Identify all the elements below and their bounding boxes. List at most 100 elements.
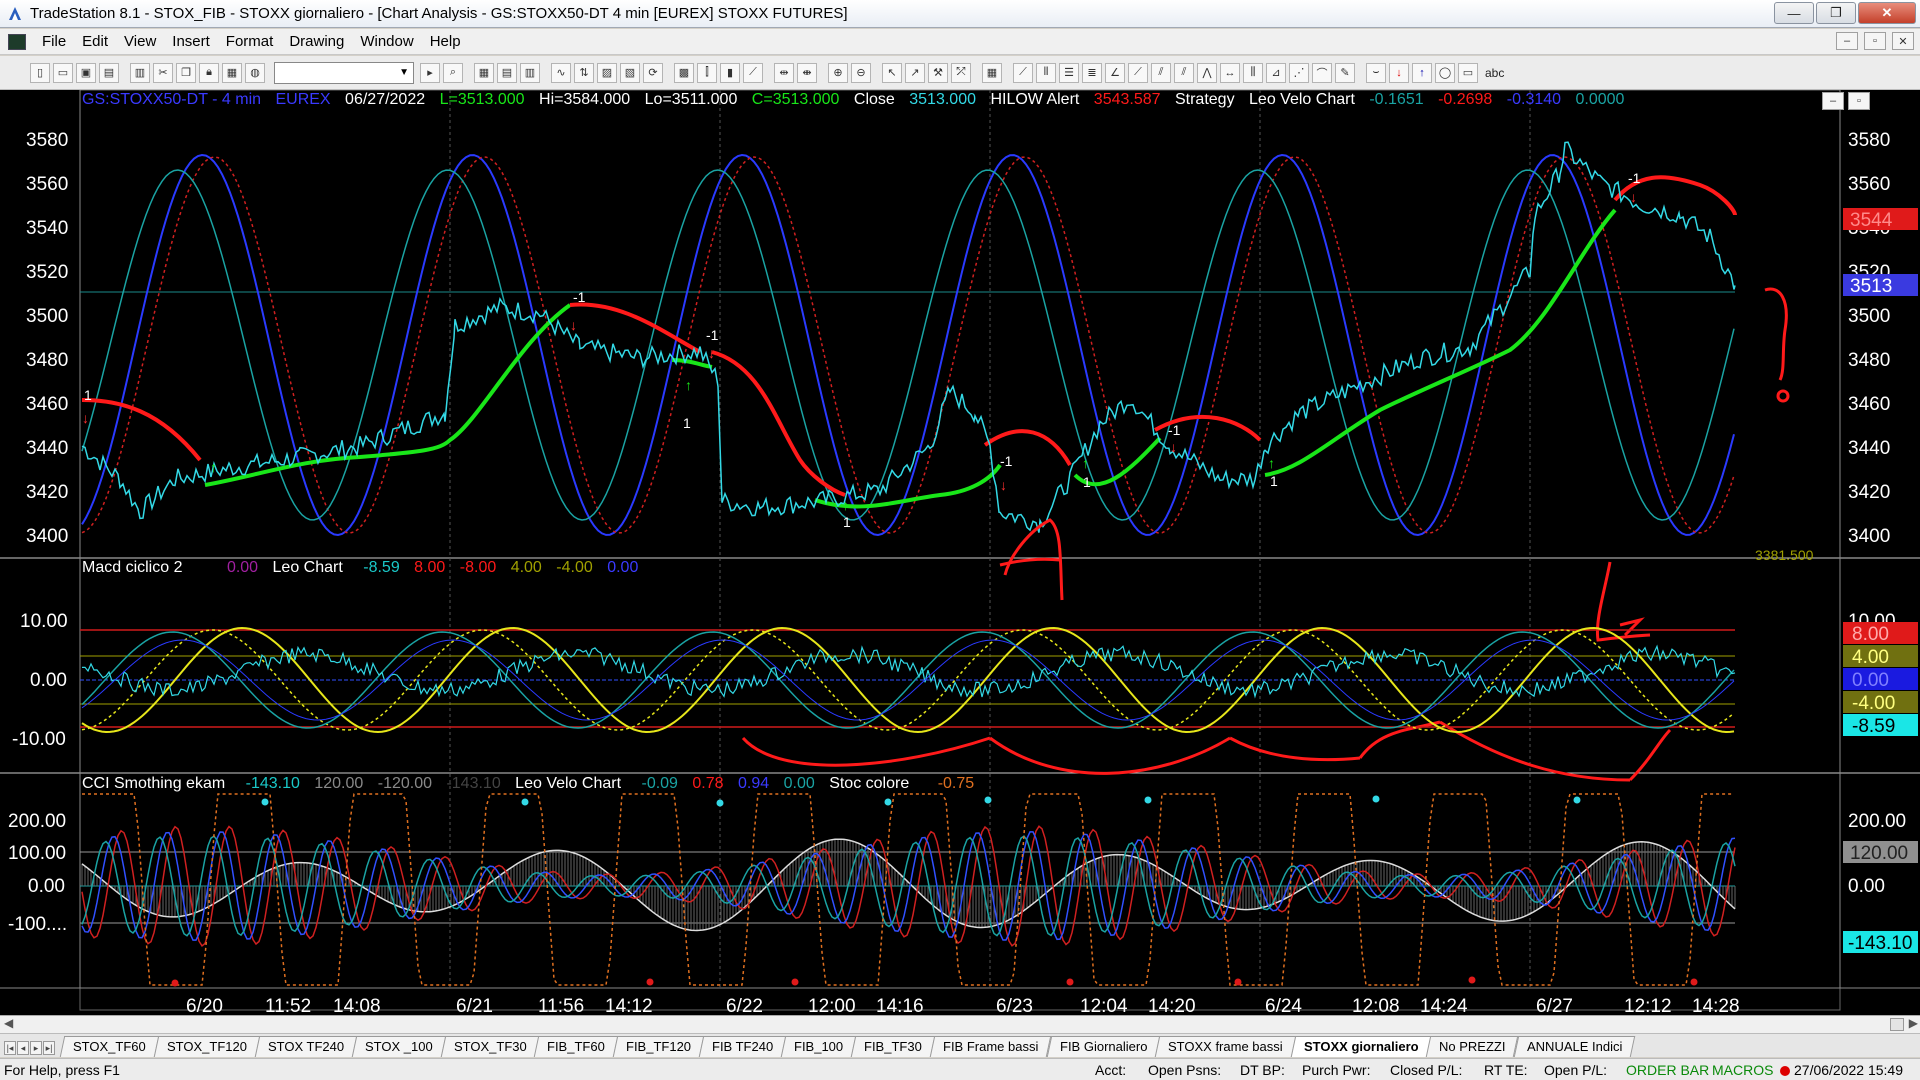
chart-document-icon[interactable] — [8, 33, 26, 50]
tab-fib-tf60[interactable]: FIB_TF60 — [534, 1036, 619, 1057]
scroll-right-icon[interactable]: ▶ — [1909, 1016, 1918, 1030]
data-window-icon[interactable]: ▥ — [520, 62, 540, 83]
tab-fib-giornaliero[interactable]: FIB Giornaliero — [1046, 1036, 1161, 1057]
calendar-icon[interactable]: ▦ — [982, 62, 1002, 83]
tab-stox-tf120[interactable]: STOX_TF120 — [153, 1036, 260, 1057]
print-preview-icon[interactable]: ▥ — [130, 62, 150, 83]
lock-icon[interactable]: 🔒︎ — [199, 62, 219, 83]
speed-line-icon[interactable]: ⫽ — [1151, 62, 1171, 83]
arrow-down-icon[interactable]: ↓ — [1389, 62, 1409, 83]
fib-icon[interactable]: ≣ — [1082, 62, 1102, 83]
curve-icon[interactable]: ⌣ — [1366, 62, 1386, 83]
zoom-in-icon[interactable]: ⊕ — [828, 62, 848, 83]
tab-fib-100[interactable]: FIB_100 — [781, 1036, 857, 1057]
text-tool-label[interactable]: abc — [1485, 66, 1504, 80]
tab-stox-100[interactable]: STOX _100 — [351, 1036, 446, 1057]
cut-icon[interactable]: ✂ — [153, 62, 173, 83]
zoom-out-icon[interactable]: ⊖ — [851, 62, 871, 83]
bar-chart-icon[interactable]: ⫿ — [697, 62, 717, 83]
find-icon[interactable]: ⌕ — [443, 62, 463, 83]
horizontal-scrollbar[interactable]: ◀ ▶ — [0, 1015, 1920, 1033]
scroll-left-icon[interactable]: ◀ — [4, 1016, 13, 1030]
paste-icon[interactable]: ▦ — [222, 62, 242, 83]
menu-edit[interactable]: Edit — [74, 33, 116, 50]
tab-stoxx-giornaliero[interactable]: STOXX giornaliero — [1290, 1036, 1432, 1057]
globe-icon[interactable]: ◍ — [245, 62, 265, 83]
open-icon[interactable]: ▭ — [53, 62, 73, 83]
arrow-up-icon[interactable]: ↑ — [1412, 62, 1432, 83]
macros-toggle[interactable]: MACROS — [1712, 1062, 1773, 1078]
indicator-icon[interactable]: ∿ — [551, 62, 571, 83]
tab-stox-tf60[interactable]: STOX_TF60 — [59, 1036, 159, 1057]
drag-icon[interactable]: ⤱ — [951, 62, 971, 83]
format-window-icon[interactable]: ▦ — [474, 62, 494, 83]
copy-icon[interactable]: ❐ — [176, 62, 196, 83]
tab-stox-tf30[interactable]: STOX_TF30 — [440, 1036, 540, 1057]
fib-fan-icon[interactable]: ⋰ — [1289, 62, 1309, 83]
mdi-restore-button[interactable]: ▫ — [1864, 32, 1886, 50]
showme-icon[interactable]: ▧ — [620, 62, 640, 83]
play-icon[interactable]: ▸ — [420, 62, 440, 83]
tools-icon[interactable]: ⚒ — [928, 62, 948, 83]
close-button[interactable]: ✕ — [1858, 2, 1916, 24]
mdi-minimize-button[interactable]: – — [1836, 32, 1858, 50]
tab-last-icon[interactable]: ▸| — [43, 1041, 55, 1055]
bar-spacing-icon[interactable]: ⇹ — [774, 62, 794, 83]
strategy-icon[interactable]: ⇅ — [574, 62, 594, 83]
chart-canvas[interactable]: 1 ↓ ↑ -1 ↓ ↑ 1 -1 ↓ ↑ 1 -1 ↓ ↑ 1 -1 ↓ ↑ … — [0, 90, 1920, 1015]
tab-prev-icon[interactable]: ◂ — [17, 1041, 29, 1055]
pointer-icon[interactable]: ↖ — [882, 62, 902, 83]
chart-restore-button[interactable]: ▫ — [1848, 92, 1870, 110]
channel-icon[interactable]: ⫽ — [1174, 62, 1194, 83]
menu-file[interactable]: File — [34, 33, 74, 50]
trendline-icon[interactable]: ⟋ — [1013, 62, 1033, 83]
chart-style-icon[interactable]: ▩ — [674, 62, 694, 83]
order-bar-toggle[interactable]: ORDER BAR — [1626, 1062, 1709, 1078]
paintbar-icon[interactable]: ▨ — [597, 62, 617, 83]
arc-icon[interactable]: ⌒ — [1312, 62, 1332, 83]
pen-icon[interactable]: ✎ — [1335, 62, 1355, 83]
new-icon[interactable]: ▯ — [30, 62, 50, 83]
tab-annuale-indici[interactable]: ANNUALE Indici — [1513, 1036, 1636, 1057]
format-symbol-icon[interactable]: ▤ — [497, 62, 517, 83]
candle-icon[interactable]: ▮ — [720, 62, 740, 83]
tab-next-icon[interactable]: ▸ — [30, 1041, 42, 1055]
cycle-lines-icon[interactable]: ⫼ — [1243, 62, 1263, 83]
maximize-button[interactable]: ❐ — [1816, 2, 1856, 24]
chart-window[interactable]: 1 ↓ ↑ -1 ↓ ↑ 1 -1 ↓ ↑ 1 -1 ↓ ↑ 1 -1 ↓ ↑ … — [0, 90, 1920, 1025]
menu-window[interactable]: Window — [352, 33, 421, 50]
vertical-lines-icon[interactable]: ⦀ — [1036, 62, 1056, 83]
refresh-icon[interactable]: ⟳ — [643, 62, 663, 83]
line-chart-icon[interactable]: ⟋ — [743, 62, 763, 83]
angle-icon[interactable]: ∠ — [1105, 62, 1125, 83]
ray-icon[interactable]: ⟋ — [1128, 62, 1148, 83]
tab-stox-tf240[interactable]: STOX TF240 — [254, 1036, 358, 1057]
andrews-icon[interactable]: ⋀ — [1197, 62, 1217, 83]
tab-fib-tf240[interactable]: FIB TF240 — [698, 1036, 787, 1057]
save-icon[interactable]: ▣ — [76, 62, 96, 83]
menu-help[interactable]: Help — [422, 33, 469, 50]
horizontal-arrow-icon[interactable]: ↔ — [1220, 62, 1240, 83]
minimize-button[interactable]: — — [1774, 2, 1814, 24]
compress-icon[interactable]: ⇼ — [797, 62, 817, 83]
symbol-combo[interactable]: ▼ — [274, 61, 414, 84]
menu-drawing[interactable]: Drawing — [281, 33, 352, 50]
tab-stoxx-frame-bassi[interactable]: STOXX frame bassi — [1154, 1036, 1296, 1057]
print-icon[interactable]: ▤ — [99, 62, 119, 83]
tab-no-prezzi[interactable]: No PREZZI — [1426, 1036, 1519, 1057]
menu-view[interactable]: View — [116, 33, 164, 50]
horizontal-lines-icon[interactable]: ☰ — [1059, 62, 1079, 83]
chart-minimize-button[interactable]: – — [1822, 92, 1844, 110]
tab-fib-tf120[interactable]: FIB_TF120 — [612, 1036, 705, 1057]
mdi-close-button[interactable]: ✕ — [1892, 32, 1914, 50]
menu-format[interactable]: Format — [218, 33, 282, 50]
tab-first-icon[interactable]: |◂ — [4, 1041, 16, 1055]
menu-insert[interactable]: Insert — [164, 33, 218, 50]
tab-fib-tf30[interactable]: FIB_TF30 — [851, 1036, 936, 1057]
pointer-data-icon[interactable]: ↗ — [905, 62, 925, 83]
gann-icon[interactable]: ⊿ — [1266, 62, 1286, 83]
tab-fib-frame-bassi[interactable]: FIB Frame bassi — [929, 1036, 1052, 1057]
rectangle-icon[interactable]: ▭ — [1458, 62, 1478, 83]
ellipse-icon[interactable]: ◯ — [1435, 62, 1455, 83]
scroll-grip[interactable] — [1890, 1018, 1904, 1031]
